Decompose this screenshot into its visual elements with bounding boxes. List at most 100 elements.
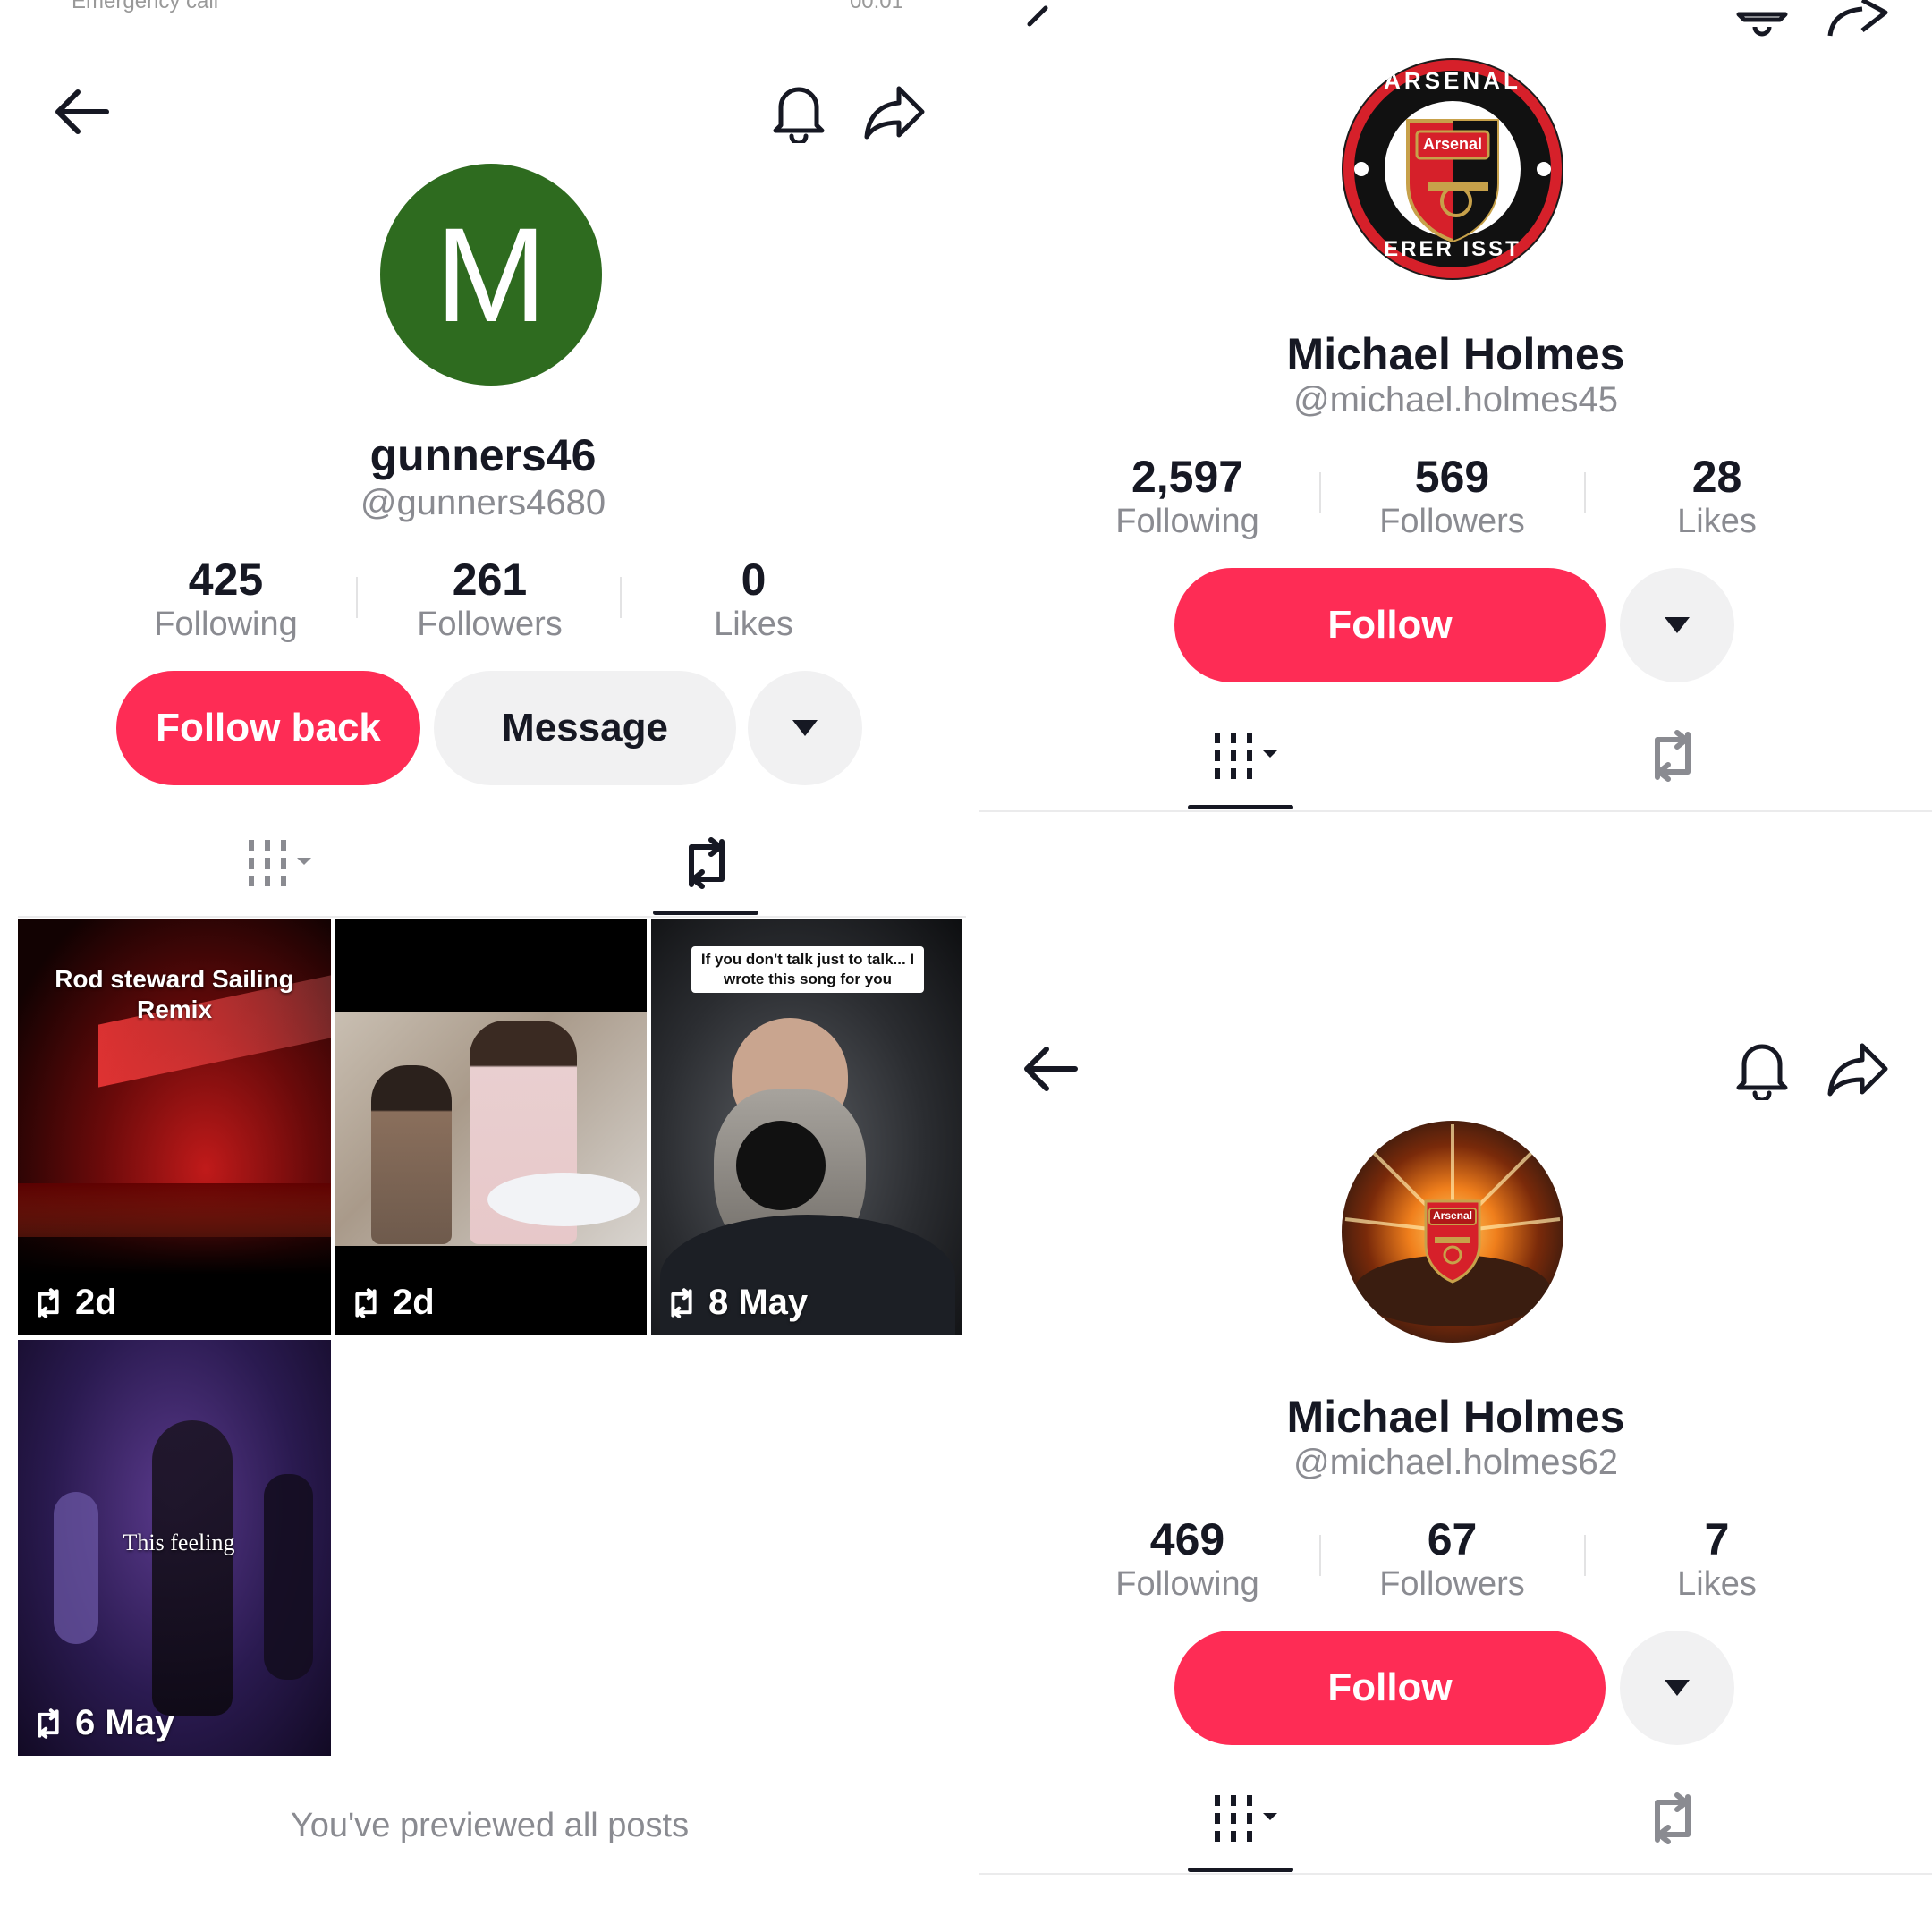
- videos-grid-tab-icon[interactable]: [1208, 729, 1288, 783]
- stat-followers[interactable]: 261 Followers: [398, 555, 581, 644]
- post-meta: 8 May: [664, 1283, 808, 1323]
- repost-icon: [671, 1287, 692, 1318]
- active-tab-indicator: [1188, 1868, 1293, 1872]
- crest-inner-text: Arsenal: [1422, 135, 1483, 153]
- profile-michael-holmes45: ARSENAL ERER ISST Arsenal Michael Holmes…: [979, 0, 1932, 818]
- repost-icon: [38, 1287, 59, 1318]
- video-frame: [335, 1012, 647, 1246]
- microphone: [736, 1121, 826, 1210]
- more-options-button[interactable]: [1620, 1631, 1734, 1745]
- post-thumbnail-3[interactable]: If you don't talk just to talk... I wrot…: [651, 919, 962, 1335]
- post-meta: 2d: [30, 1283, 117, 1323]
- person-figure: [371, 1065, 452, 1244]
- post-thumbnail-4[interactable]: This feeling 6 May: [18, 1340, 331, 1756]
- stat-following[interactable]: 425 Following: [134, 555, 318, 644]
- stat-likes: 0 Likes: [662, 555, 845, 644]
- follow-back-button[interactable]: Follow back: [116, 671, 420, 785]
- display-name: Michael Holmes: [1286, 1392, 1625, 1442]
- back-arrow-icon[interactable]: [1013, 1038, 1085, 1100]
- post-meta: 2d: [348, 1283, 435, 1323]
- reposts-tab-icon[interactable]: [1637, 726, 1708, 785]
- avatar-letter: M: [435, 199, 547, 350]
- post-caption: Rod steward Sailing Remix: [55, 965, 294, 1023]
- crest-bottom-text: ERER ISST: [1384, 237, 1521, 261]
- dancer-silhouette: [54, 1492, 98, 1644]
- stat-label: Following: [1115, 503, 1259, 540]
- dancer-silhouette: [152, 1420, 233, 1716]
- bell-icon[interactable]: [767, 79, 830, 145]
- tabs-divider: [979, 810, 1932, 812]
- stat-likes: 28 Likes: [1625, 452, 1809, 541]
- stat-label: Followers: [1379, 1565, 1525, 1603]
- stat-followers[interactable]: 569 Followers: [1360, 452, 1544, 541]
- status-clock: 00:01: [849, 0, 903, 13]
- stat-label: Likes: [1677, 1565, 1757, 1603]
- avatar[interactable]: M: [380, 164, 602, 386]
- stat-value: 425: [188, 555, 264, 605]
- stat-likes: 7 Likes: [1625, 1514, 1809, 1604]
- user-handle: @michael.holmes62: [1293, 1443, 1618, 1482]
- stat-divider: [1319, 1535, 1321, 1576]
- stat-divider: [620, 577, 622, 618]
- stat-divider: [1584, 472, 1586, 513]
- post-time: 2d: [75, 1283, 117, 1322]
- follow-button[interactable]: Follow: [1174, 568, 1606, 682]
- stat-value: 2,597: [1131, 452, 1244, 502]
- tabs-divider: [18, 916, 966, 918]
- bell-icon[interactable]: [1731, 0, 1793, 39]
- avatar[interactable]: Arsenal: [1342, 1121, 1563, 1343]
- stat-label: Likes: [714, 606, 793, 643]
- avatar[interactable]: ARSENAL ERER ISST Arsenal: [1342, 58, 1563, 280]
- share-icon[interactable]: [1822, 1036, 1894, 1102]
- more-options-button[interactable]: [1620, 568, 1734, 682]
- status-bar: Emergency call 00:01: [63, 0, 921, 25]
- stat-value: 67: [1427, 1514, 1478, 1564]
- follow-button[interactable]: Follow: [1174, 1631, 1606, 1745]
- profile-michael-holmes62: Arsenal Michael Holmes @michael.holmes62…: [979, 917, 1932, 1932]
- stat-divider: [1319, 472, 1321, 513]
- end-of-posts-message: You've previewed all posts: [290, 1807, 690, 1844]
- videos-grid-tab-icon[interactable]: [1208, 1792, 1288, 1845]
- reposts-tab-icon[interactable]: [1637, 1789, 1708, 1848]
- caret-down-icon: [792, 720, 818, 736]
- share-icon[interactable]: [1822, 0, 1894, 39]
- stat-following[interactable]: 2,597 Following: [1096, 452, 1279, 541]
- stat-label: Following: [1115, 1565, 1259, 1603]
- stat-value: 7: [1704, 1514, 1730, 1564]
- post-time: 6 May: [75, 1703, 175, 1742]
- white-object: [487, 1173, 640, 1226]
- status-left-text: Emergency call: [72, 0, 219, 13]
- username: gunners46: [369, 430, 597, 480]
- back-arrow-icon[interactable]: [45, 80, 116, 143]
- tabs-divider: [979, 1873, 1932, 1875]
- profile-gunners46: Emergency call 00:01 M gunners46 @gunner…: [0, 0, 966, 1932]
- bell-icon[interactable]: [1731, 1036, 1793, 1102]
- stat-label: Likes: [1677, 503, 1757, 540]
- arsenal-explosion-crest-icon: [1344, 1124, 1561, 1326]
- post-thumbnail-2[interactable]: 2d: [335, 919, 647, 1335]
- reposts-tab-icon[interactable]: [671, 832, 742, 894]
- stat-value: 0: [741, 555, 767, 605]
- stat-label: Following: [154, 606, 298, 643]
- stat-followers[interactable]: 67 Followers: [1360, 1514, 1544, 1604]
- videos-grid-tab-icon[interactable]: [242, 836, 322, 890]
- active-tab-indicator: [1188, 805, 1293, 809]
- stat-following[interactable]: 469 Following: [1096, 1514, 1279, 1604]
- dancer-silhouette: [264, 1474, 313, 1680]
- post-time: 2d: [393, 1283, 435, 1322]
- caret-down-icon: [1665, 617, 1690, 633]
- post-time: 8 May: [708, 1283, 809, 1322]
- stat-divider: [1584, 1535, 1586, 1576]
- more-options-button[interactable]: [748, 671, 862, 785]
- user-handle: @gunners4680: [360, 483, 606, 522]
- post-caption: This feeling: [123, 1530, 235, 1555]
- message-button[interactable]: Message: [434, 671, 736, 785]
- share-icon[interactable]: [859, 79, 930, 145]
- user-handle: @michael.holmes45: [1293, 380, 1618, 419]
- stat-label: Followers: [417, 606, 563, 643]
- stat-value: 569: [1414, 452, 1490, 502]
- post-thumbnail-1[interactable]: Rod steward Sailing Remix 2d: [18, 919, 331, 1335]
- back-arrow-icon[interactable]: [1020, 0, 1055, 36]
- stat-value: 469: [1149, 1514, 1225, 1564]
- stat-label: Followers: [1379, 503, 1525, 540]
